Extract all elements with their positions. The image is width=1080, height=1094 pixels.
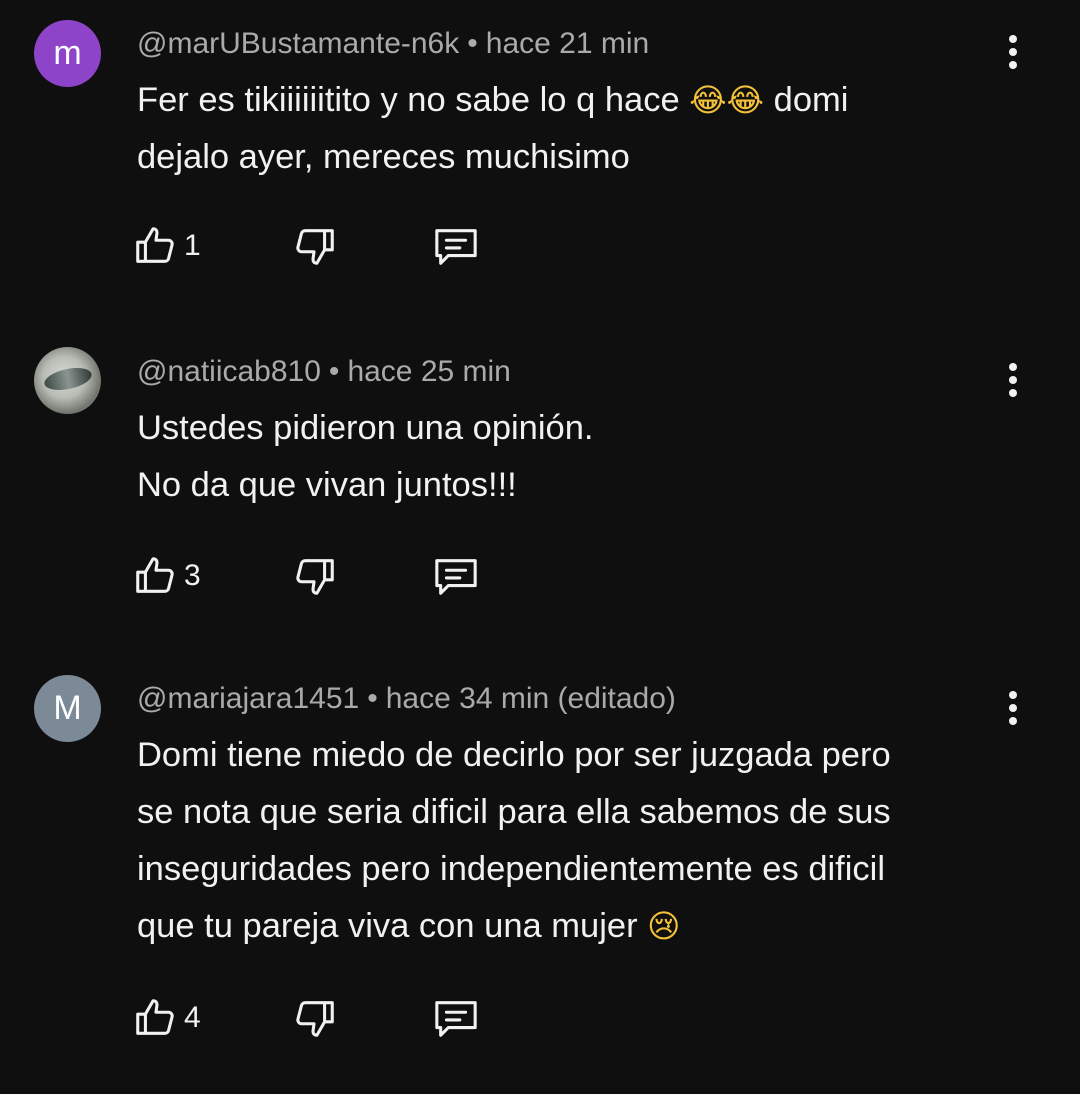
like-count: 4 — [184, 1001, 201, 1034]
comment-actions: 3 — [132, 550, 532, 602]
crying-emoji: 😢 — [647, 907, 681, 945]
separator-dot: • — [328, 355, 340, 388]
timestamp[interactable]: hace 25 min — [347, 355, 510, 388]
avatar-letter: m — [53, 34, 82, 72]
avatar[interactable]: M — [34, 675, 101, 742]
like-icon — [136, 227, 174, 263]
comment-actions: 1 — [132, 220, 532, 272]
comment-line: Ustedes pidieron una opinión. — [137, 409, 594, 447]
author-handle[interactable]: @natiicab810 — [137, 355, 321, 388]
more-options-button[interactable] — [996, 30, 1030, 74]
timestamp[interactable]: hace 34 min (editado) — [386, 682, 676, 715]
like-count: 1 — [184, 229, 201, 262]
comment-line: No da que vivan juntos!!! — [137, 466, 517, 504]
dislike-icon — [296, 559, 334, 595]
like-button[interactable]: 3 — [132, 550, 201, 602]
reply-button[interactable] — [430, 550, 482, 602]
comment-actions: 4 — [132, 992, 532, 1044]
more-vert-icon — [1009, 691, 1017, 725]
reply-icon — [435, 229, 477, 265]
separator-dot: • — [467, 27, 478, 60]
like-button[interactable]: 1 — [132, 220, 201, 272]
comment-meta: @natiicab810 • hace 25 min — [137, 357, 511, 387]
more-options-button[interactable] — [996, 358, 1030, 402]
dislike-button[interactable] — [292, 992, 338, 1044]
reply-button[interactable] — [430, 220, 482, 272]
comment-line-tail: domi — [773, 81, 849, 119]
separator-dot: • — [367, 682, 378, 715]
comment-line: Fer es tikiiiiiitito y no sabe lo q hace — [137, 81, 680, 119]
dislike-icon — [296, 1001, 334, 1037]
dislike-icon — [296, 229, 334, 265]
reply-icon — [435, 1001, 477, 1037]
more-vert-icon — [1009, 363, 1017, 397]
comment-line: dejalo ayer, mereces muchisimo — [137, 138, 630, 176]
avatar[interactable]: m — [34, 20, 101, 87]
comment-line: que tu pareja viva con una mujer — [137, 907, 638, 945]
dislike-button[interactable] — [292, 220, 338, 272]
author-handle[interactable]: @marUBustamante-n6k — [137, 27, 459, 60]
comment-meta: @mariajara1451 • hace 34 min (editado) — [137, 684, 676, 714]
like-button[interactable]: 4 — [132, 992, 201, 1044]
comment-text: Domi tiene miedo de decirlo por ser juzg… — [137, 727, 1017, 955]
more-vert-icon — [1009, 35, 1017, 69]
comment-text: Fer es tikiiiiiitito y no sabe lo q hace… — [137, 72, 1017, 186]
laughing-emoji: 😂😂 — [689, 81, 765, 119]
comment-line: inseguridades pero independientemente es… — [137, 850, 885, 888]
like-count: 3 — [184, 559, 201, 592]
reply-button[interactable] — [430, 992, 482, 1044]
comment-text: Ustedes pidieron una opinión. No da que … — [137, 400, 1017, 514]
author-handle[interactable]: @mariajara1451 — [137, 682, 359, 715]
reply-icon — [435, 559, 477, 595]
like-icon — [136, 999, 174, 1035]
more-options-button[interactable] — [996, 686, 1030, 730]
comment-meta: @marUBustamante-n6k • hace 21 min — [137, 29, 649, 59]
like-icon — [136, 557, 174, 593]
timestamp[interactable]: hace 21 min — [486, 27, 649, 60]
avatar-photo — [42, 364, 94, 394]
avatar-letter: M — [53, 689, 82, 727]
comment-line: se nota que seria dificil para ella sabe… — [137, 793, 891, 831]
dislike-button[interactable] — [292, 550, 338, 602]
avatar[interactable] — [34, 347, 101, 414]
comment-line: Domi tiene miedo de decirlo por ser juzg… — [137, 736, 891, 774]
